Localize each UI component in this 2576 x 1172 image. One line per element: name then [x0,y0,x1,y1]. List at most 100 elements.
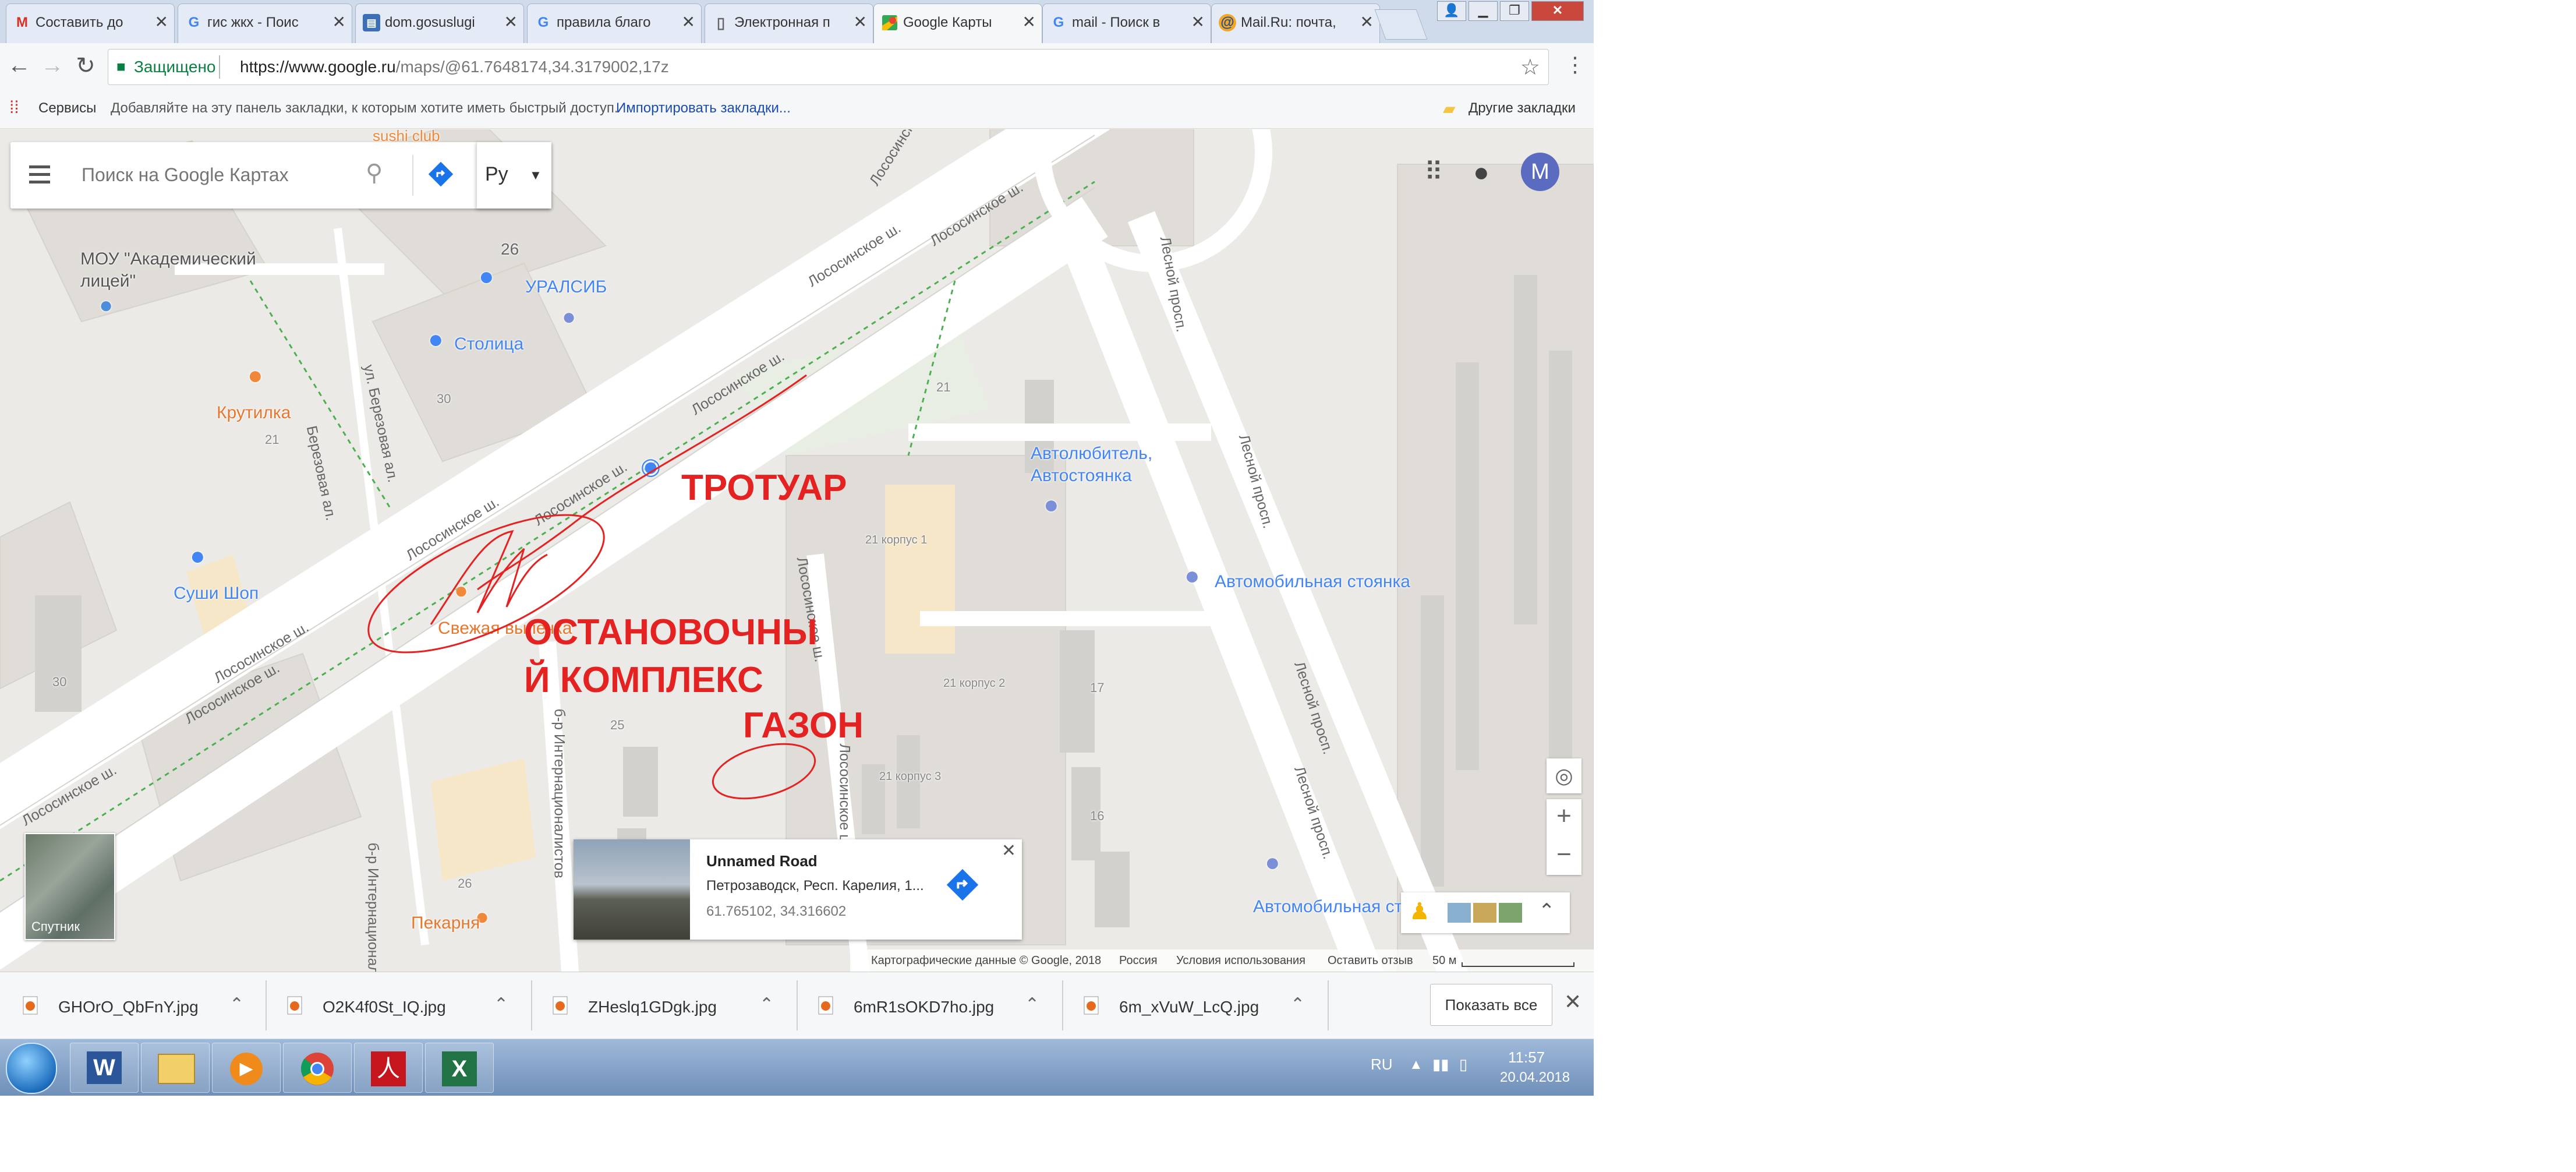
chevron-up-icon[interactable]: ⌃ [494,994,508,1015]
gmail-icon: M [16,15,28,30]
doc-icon: ▤ [363,14,380,31]
zoom-out-button[interactable]: − [1547,840,1581,869]
apps-grid-icon[interactable]: ⁞⁞ [9,98,19,118]
tab-close-icon[interactable]: ✕ [1191,12,1205,31]
tab-close-icon[interactable]: ✕ [155,12,168,31]
tab-close-icon[interactable]: ✕ [504,12,518,31]
layer-thumb[interactable] [1499,903,1522,923]
image-file-icon [553,996,568,1015]
pegman-icon[interactable]: ♟ [1409,898,1430,925]
attribution-country[interactable]: Россия [1119,954,1158,968]
map-canvas[interactable]: Лососинское ш. Лососинское ш. Лососинско… [0,129,1594,972]
tab-google-maps[interactable]: Google Карты ✕ [873,3,1042,43]
download-item[interactable]: ZHeslq1GDgk.jpg ⌃ [552,987,797,1025]
directions-icon[interactable] [944,866,981,903]
profile-icon[interactable]: 👤 [1437,1,1466,21]
back-arrow-icon[interactable]: ← [5,52,34,79]
google-icon: G [1053,15,1064,30]
tab-search-gis[interactable]: G гис жкх - Поис ✕ [178,3,352,43]
clock-date[interactable]: 20.04.2018 [1500,1069,1570,1086]
street-view-thumbnail[interactable] [574,839,690,940]
bookmark-star-icon[interactable]: ☆ [1520,54,1540,80]
satellite-toggle[interactable]: Спутник [24,833,115,940]
services-link[interactable]: Сервисы [38,100,96,117]
start-button[interactable] [6,1043,57,1094]
tab-close-icon[interactable]: ✕ [682,12,695,31]
battery-icon[interactable]: ▯ [1459,1055,1467,1074]
zoom-in-button[interactable]: + [1547,802,1581,831]
new-tab-button[interactable] [1374,9,1428,40]
language-indicator[interactable]: RU [1371,1055,1393,1074]
taskbar-acrobat[interactable]: 人 [354,1043,423,1093]
chevron-up-icon[interactable]: ⌃ [1538,899,1555,923]
tab-title: Mail.Ru: почта, [1241,15,1336,30]
chevron-up-icon[interactable]: ⌃ [1290,994,1305,1015]
lock-icon: ■ [116,58,126,75]
place-address: Петрозаводск, Респ. Карелия, 1... [706,878,924,894]
tab-title: mail - Поиск в [1072,15,1160,30]
close-shelf-icon[interactable]: ✕ [1564,990,1581,1014]
download-item[interactable]: 6m_xVuW_LcQ.jpg ⌃ [1083,987,1328,1025]
chevron-up-icon[interactable]: ⌃ [759,994,774,1015]
tray-arrow-icon[interactable]: ▲ [1409,1057,1423,1073]
restore-button[interactable]: ❐ [1500,1,1529,21]
taskbar-excel[interactable]: X [425,1043,494,1093]
tab-close-icon[interactable]: ✕ [1022,12,1036,31]
word-icon: W [87,1051,122,1084]
close-window-button[interactable]: ✕ [1531,1,1584,21]
layer-thumb[interactable] [1473,903,1496,923]
download-item[interactable]: 6mR1sOKD7ho.jpg ⌃ [818,987,1062,1025]
my-location-icon[interactable]: ◎ [1547,758,1581,793]
hamburger-menu-icon[interactable] [28,163,52,186]
annotation-ostanovka-line2: Й КОМПЛЕКС [524,660,763,700]
chrome-icon [300,1053,334,1085]
tab-gosuslugi[interactable]: ▤ dom.gosuslugi ✕ [355,3,524,43]
tab-mail-search[interactable]: G mail - Поиск в ✕ [1042,3,1211,43]
tab-close-icon[interactable]: ✕ [332,12,346,31]
taskbar-chrome[interactable] [283,1043,352,1093]
taskbar-media[interactable]: ▶ [212,1043,281,1093]
import-bookmarks-link[interactable]: Импортировать закладки... [616,100,791,117]
tab-title: Составить до [36,15,123,30]
zoom-controls: + − [1547,799,1581,875]
toolbar: ← → ↻ ■ Защищено https://www.google.ru/m… [0,43,1594,92]
show-all-downloads-button[interactable]: Показать все [1430,984,1552,1026]
tab-pravila[interactable]: G правила благо ✕ [527,3,702,43]
attribution-terms[interactable]: Условия использования [1176,954,1305,968]
image-file-icon [287,996,302,1015]
menu-kebab-icon[interactable]: ⋮ [1561,52,1590,77]
forward-arrow-icon[interactable]: → [38,52,67,79]
image-file-icon [818,996,833,1015]
tab-mailru[interactable]: @ Mail.Ru: почта, ✕ [1211,3,1380,43]
tab-elektronnaya[interactable]: ▯ Электронная п ✕ [705,3,873,43]
clock-time[interactable]: 11:57 [1508,1049,1545,1067]
language-selector[interactable]: Ру ▼ [476,142,551,209]
download-item[interactable]: GHOrO_QbFnY.jpg ⌃ [22,987,267,1025]
tab-gmail[interactable]: M Составить до ✕ [6,3,175,43]
chevron-up-icon[interactable]: ⌃ [1025,994,1039,1015]
map-search-input[interactable] [80,160,374,190]
maps-icon [881,14,898,31]
tab-title: dom.gosuslugi [385,15,475,30]
chevron-up-icon[interactable]: ⌃ [229,994,244,1015]
network-icon[interactable]: ▮▮ [1432,1055,1449,1074]
google-apps-icon[interactable]: ⠿ [1424,157,1443,187]
account-avatar[interactable]: M [1521,153,1559,191]
layer-thumb[interactable] [1448,903,1471,923]
tab-close-icon[interactable]: ✕ [1360,12,1374,31]
download-item[interactable]: O2K4f0St_IQ.jpg ⌃ [286,987,531,1025]
attribution-feedback[interactable]: Оставить отзыв [1328,954,1413,968]
reload-icon[interactable]: ↻ [71,52,100,79]
taskbar-word[interactable]: W [70,1043,139,1093]
other-bookmarks[interactable]: Другие закладки [1469,100,1576,117]
minimize-button[interactable]: ▁ [1469,1,1498,21]
directions-icon[interactable] [426,160,455,189]
card-close-icon[interactable]: ✕ [1002,841,1016,861]
acrobat-icon: 人 [371,1051,406,1086]
place-info-card[interactable]: Unnamed Road Петрозаводск, Респ. Карелия… [574,839,1022,940]
notifications-icon[interactable]: ● [1473,156,1489,188]
tab-close-icon[interactable]: ✕ [854,12,867,31]
search-icon[interactable]: ⚲ [366,160,383,186]
taskbar-explorer[interactable] [141,1043,210,1093]
address-bar[interactable]: ■ Защищено https://www.google.ru/maps/@6… [108,49,1549,85]
